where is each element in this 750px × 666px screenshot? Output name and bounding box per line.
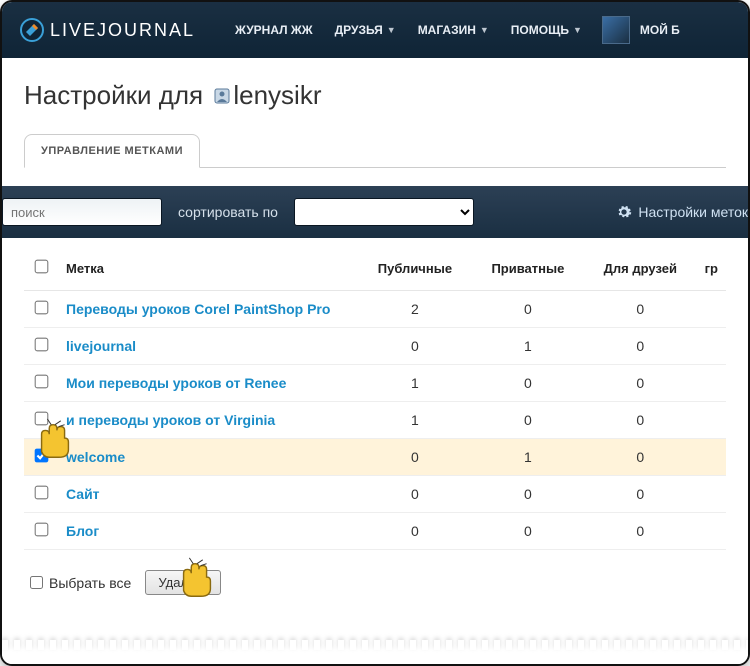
cell-private: 0: [472, 365, 584, 402]
tag-link[interactable]: Блог: [66, 523, 99, 539]
cell-group: [697, 513, 726, 550]
tags-table: Метка Публичные Приватные Для друзей гр …: [24, 248, 726, 550]
table-row: Сайт000: [24, 476, 726, 513]
tag-link[interactable]: Переводы уроков Corel PaintShop Pro: [66, 301, 330, 317]
row-checkbox[interactable]: [34, 375, 48, 389]
brand-text: LIVEJOURNAL: [50, 20, 195, 41]
row-checkbox[interactable]: [34, 449, 48, 463]
cell-friends: 0: [584, 291, 697, 328]
cell-private: 0: [472, 291, 584, 328]
cell-friends: 0: [584, 402, 697, 439]
tab-row: УПРАВЛЕНИЕ МЕТКАМИ: [24, 133, 726, 168]
user-icon: [214, 88, 230, 104]
tag-link[interactable]: Мои переводы уроков от Renee: [66, 375, 286, 391]
logo-icon: [20, 18, 44, 42]
username: lenysikr: [233, 80, 321, 110]
cell-private: 0: [472, 513, 584, 550]
title-prefix: Настройки для: [24, 80, 210, 110]
top-nav: LIVEJOURNAL ЖУРНАЛ ЖЖ ДРУЗЬЯ ▼ МАГАЗИН ▼ П…: [2, 2, 748, 58]
select-all-checkbox[interactable]: [30, 576, 43, 589]
cell-friends: 0: [584, 476, 697, 513]
nav-label: МАГАЗИН: [418, 23, 476, 37]
nav-item-help[interactable]: ПОМОЩЬ ▼: [511, 23, 582, 37]
col-tag: Метка: [58, 248, 358, 291]
row-checkbox[interactable]: [34, 486, 48, 500]
table-row: Блог000: [24, 513, 726, 550]
col-friends: Для друзей: [584, 248, 697, 291]
delete-button[interactable]: Удалить: [145, 570, 221, 595]
cell-public: 1: [358, 402, 472, 439]
cell-public: 0: [358, 476, 472, 513]
search-input[interactable]: [2, 198, 162, 226]
nav-label: ДРУЗЬЯ: [335, 23, 383, 37]
nav-label: ПОМОЩЬ: [511, 23, 569, 37]
nav-item-myblog[interactable]: МОЙ Б: [640, 23, 680, 37]
tab-manage-tags[interactable]: УПРАВЛЕНИЕ МЕТКАМИ: [24, 134, 200, 168]
cell-friends: 0: [584, 365, 697, 402]
row-checkbox[interactable]: [34, 412, 48, 426]
cell-group: [697, 328, 726, 365]
cell-group: [697, 365, 726, 402]
nav-label: ЖУРНАЛ ЖЖ: [235, 23, 313, 37]
tag-link[interactable]: livejournal: [66, 338, 136, 354]
avatar[interactable]: [602, 16, 630, 44]
nav-item-shop[interactable]: МАГАЗИН ▼: [418, 23, 489, 37]
nav-item-journal[interactable]: ЖУРНАЛ ЖЖ: [235, 23, 313, 37]
nav-item-friends[interactable]: ДРУЗЬЯ ▼: [335, 23, 396, 37]
sort-label: сортировать по: [178, 204, 278, 220]
cell-friends: 0: [584, 328, 697, 365]
tag-link[interactable]: welcome: [66, 449, 125, 465]
cell-public: 0: [358, 328, 472, 365]
cell-group: [697, 439, 726, 476]
row-checkbox[interactable]: [34, 523, 48, 537]
nav-menu: ЖУРНАЛ ЖЖ ДРУЗЬЯ ▼ МАГАЗИН ▼ ПОМОЩЬ ▼: [235, 23, 582, 37]
nav-label: МОЙ Б: [640, 23, 680, 37]
label-text: Выбрать все: [49, 575, 131, 591]
row-checkbox[interactable]: [34, 301, 48, 315]
tab-label: УПРАВЛЕНИЕ МЕТКАМИ: [41, 145, 183, 157]
sort-select[interactable]: [294, 198, 474, 226]
select-all-label[interactable]: Выбрать все: [30, 575, 131, 591]
chevron-down-icon: ▼: [573, 25, 582, 35]
tag-link[interactable]: Сайт: [66, 486, 100, 502]
cell-private: 1: [472, 328, 584, 365]
tag-settings-link[interactable]: Настройки меток: [616, 204, 748, 220]
footer-controls: Выбрать все Удалить: [24, 550, 726, 621]
cell-public: 1: [358, 365, 472, 402]
table-row: livejournal 010: [24, 328, 726, 365]
page-title: Настройки для lenysikr: [24, 80, 726, 111]
toolbar: сортировать по Настройки меток: [0, 186, 750, 238]
table-row: Мои переводы уроков от Renee100: [24, 365, 726, 402]
table-row: и переводы уроков от Virginia100: [24, 402, 726, 439]
torn-edge-decoration: [2, 646, 748, 664]
cell-private: 0: [472, 476, 584, 513]
chevron-down-icon: ▼: [480, 25, 489, 35]
cell-private: 1: [472, 439, 584, 476]
cell-private: 0: [472, 402, 584, 439]
col-private: Приватные: [472, 248, 584, 291]
cell-group: [697, 476, 726, 513]
select-all-header-checkbox[interactable]: [34, 260, 48, 274]
cell-group: [697, 402, 726, 439]
gear-icon: [616, 204, 632, 220]
cell-friends: 0: [584, 513, 697, 550]
link-label: Настройки меток: [638, 204, 748, 220]
logo[interactable]: LIVEJOURNAL: [20, 18, 195, 42]
col-group: гр: [697, 248, 726, 291]
chevron-down-icon: ▼: [387, 25, 396, 35]
cell-group: [697, 291, 726, 328]
tag-link[interactable]: и переводы уроков от Virginia: [66, 412, 275, 428]
cell-friends: 0: [584, 439, 697, 476]
table-row: Переводы уроков Corel PaintShop Pro200: [24, 291, 726, 328]
cell-public: 2: [358, 291, 472, 328]
table-row: welcome 010: [24, 439, 726, 476]
col-public: Публичные: [358, 248, 472, 291]
cell-public: 0: [358, 439, 472, 476]
cell-public: 0: [358, 513, 472, 550]
col-checkbox: [24, 248, 58, 291]
row-checkbox[interactable]: [34, 338, 48, 352]
